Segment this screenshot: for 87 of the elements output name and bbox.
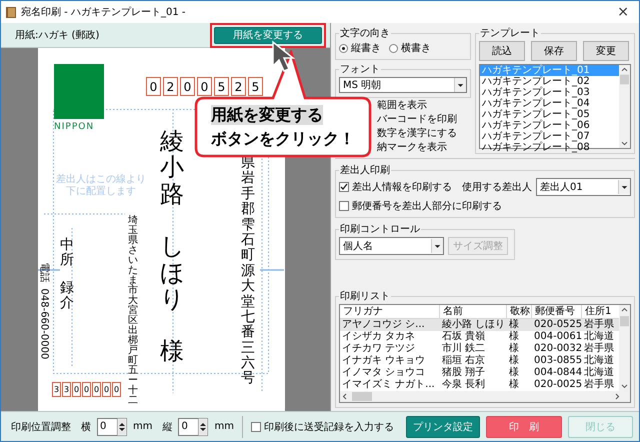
group-label: 印刷リスト (339, 290, 391, 303)
zip-digit: 0 (102, 382, 111, 397)
caret-icon (431, 239, 443, 253)
zip-digit: 5 (214, 77, 229, 96)
checkbox[interactable] (339, 182, 349, 192)
book-icon (5, 6, 17, 18)
checkbox-option[interactable]: 差出人情報を印刷する (339, 180, 452, 194)
group-label: 印刷コントロール (339, 222, 421, 236)
scrollbar[interactable] (619, 65, 630, 148)
zip-digit: 0 (72, 382, 81, 397)
zip-digit: 0 (92, 382, 101, 397)
table-cell[interactable]: アヤノコウジ シ... (340, 319, 440, 331)
zip-digit: 5 (248, 77, 263, 96)
option-label: バーコードを印刷 (377, 114, 457, 126)
honorific: 様 (160, 338, 184, 365)
group-label: 文字の向き (339, 26, 391, 40)
caret-icon (454, 78, 466, 92)
number-field[interactable]: 0 (178, 418, 198, 436)
scrollbar[interactable] (619, 305, 630, 391)
zip-digit: 0 (180, 77, 195, 96)
zip-digit: 0 (112, 382, 121, 397)
group-label: テンプレート (479, 26, 541, 40)
template-button[interactable]: 変更 (583, 41, 629, 61)
offset-label: 横 (81, 420, 91, 434)
list-item[interactable]: ハガキテンプレート_07 (480, 131, 619, 142)
table-cell[interactable]: 020-0525 (532, 319, 582, 331)
offset-label: 縦 (162, 420, 172, 434)
close-button[interactable]: × (613, 4, 633, 20)
logo-block (54, 64, 104, 119)
list-item[interactable]: ハガキテンプレート_04 (480, 98, 619, 109)
radio-option[interactable]: 縦書き (339, 41, 381, 55)
guide-text: 差出人はこの線より下に配置します (55, 174, 147, 197)
zip-digit: 3 (52, 382, 61, 397)
change-paper-button[interactable]: 用紙を変更する (214, 26, 322, 44)
caret-icon (618, 180, 630, 194)
printer-settings-button[interactable]: プリンタ設定 (406, 416, 480, 438)
list-item[interactable]: ハガキテンプレート_05 (480, 109, 619, 120)
unit-label: mm (214, 421, 234, 432)
group-label: フォント (339, 63, 381, 76)
group-label: 差出人印刷 (339, 164, 391, 177)
field-label: 使用する差出人 (462, 180, 532, 194)
table-cell[interactable]: 綾小路 しほり (440, 319, 507, 331)
table-cell[interactable]: 岩手県 (582, 319, 619, 331)
sender-name: 録介 (60, 280, 74, 312)
position-label: 印刷位置調整 (11, 420, 71, 434)
option-label: 納マークを表示 (377, 142, 447, 154)
list-item[interactable]: ハガキテンプレート_03 (480, 87, 619, 98)
logo-text: NIPPON (54, 122, 94, 132)
control-dropdown[interactable]: 個人名 (339, 237, 444, 255)
table-cell[interactable]: 様 (507, 319, 532, 331)
sender-name: 中所 (60, 238, 74, 269)
window-title: 宛名印刷 - ハガキテンプレート_01 - (21, 6, 186, 19)
radio-icon[interactable] (389, 44, 398, 52)
recipient-name: 綾小路 (160, 128, 184, 208)
phone-number: 048-660-0000 (39, 288, 49, 360)
radio-option[interactable]: 横書き (389, 41, 431, 55)
zip-digit: 2 (163, 77, 178, 96)
option-label: 数字を漢字にする (377, 128, 457, 140)
template-button[interactable]: 保存 (531, 41, 577, 61)
sender-dropdown[interactable]: 差出人01 (536, 178, 631, 196)
option-label: 範囲を表示 (377, 100, 427, 112)
paper-label: 用紙:ハガキ (郵政) (15, 28, 100, 42)
spinner-arrows-icon[interactable] (198, 418, 208, 436)
zip-digit: 3 (62, 382, 71, 397)
template-button[interactable]: 読込 (479, 41, 525, 61)
checkbox[interactable] (250, 422, 261, 432)
number-field[interactable]: 0 (97, 418, 117, 436)
checkbox-option[interactable]: 郵便番号を差出人部分に印刷する (339, 199, 502, 213)
spinner-arrows-icon[interactable] (117, 418, 127, 436)
list-item[interactable]: ハガキテンプレート_02 (480, 76, 619, 87)
list-item[interactable]: ハガキテンプレート_06 (480, 120, 619, 131)
phone-label: 電話 (39, 262, 49, 282)
radio-icon[interactable] (339, 44, 348, 52)
callout-text: 用紙を変更する (211, 105, 323, 125)
zip-digit: 0 (82, 382, 91, 397)
zip-digit: 2 (231, 77, 246, 96)
zip-digit: 0 (197, 77, 212, 96)
sender-address: 埼玉県さいたま市大宮区出梆戸町五ー十二 (128, 216, 138, 406)
unit-label: mm (133, 421, 152, 432)
list-item[interactable]: ハガキテンプレート_08 (480, 142, 619, 153)
callout-text: ボタンをクリック！ (211, 129, 355, 149)
zip-digit: 0 (146, 77, 161, 96)
font-dropdown[interactable]: MS 明朝 (339, 77, 467, 93)
checkbox[interactable] (339, 201, 349, 211)
recipient-name: しほり (160, 233, 184, 312)
checkbox-option[interactable]: 印刷後に送受記録を入力する (250, 420, 394, 434)
scrollbar[interactable] (340, 391, 630, 402)
